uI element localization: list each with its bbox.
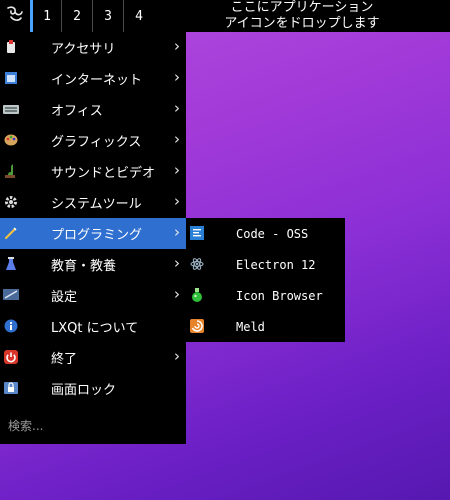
- submenu-item-meld[interactable]: Meld: [186, 311, 345, 342]
- menu-item-label: LXQt について: [51, 321, 139, 336]
- menu-item-label: 画面ロック: [51, 383, 117, 398]
- meld-icon: [189, 318, 205, 334]
- desktop-button-1[interactable]: 1: [30, 0, 61, 32]
- desktop-button-2[interactable]: 2: [61, 0, 92, 32]
- desktop-button-4[interactable]: 4: [123, 0, 154, 32]
- chevron-right-icon: ›: [174, 223, 180, 241]
- about-icon: [3, 318, 19, 334]
- menu-item-label: 教育・教養: [51, 259, 117, 274]
- internet-icon: [3, 70, 19, 86]
- search-area: [0, 410, 186, 442]
- taskbar-drop-area[interactable]: ここにアプリケーション アイコンをドロップします: [154, 0, 450, 32]
- top-panel: 1 2 3 4 ここにアプリケーション アイコンをドロップします: [0, 0, 450, 32]
- education-icon: [3, 256, 19, 272]
- desktop-button-3[interactable]: 3: [92, 0, 123, 32]
- menu-item-settings[interactable]: 設定 ›: [0, 280, 186, 311]
- settings-icon: [3, 287, 19, 303]
- programming-submenu: Code - OSS Electron 12 Icon Browser Meld: [186, 218, 345, 342]
- electron-icon: [189, 256, 205, 272]
- menu-item-lock-screen[interactable]: 画面ロック: [0, 373, 186, 404]
- accessories-icon: [3, 39, 19, 55]
- menu-item-label: アクセサリ: [51, 42, 116, 57]
- menu-item-sound-video[interactable]: サウンドとビデオ ›: [0, 156, 186, 187]
- menu-item-accessories[interactable]: アクセサリ ›: [0, 32, 186, 63]
- lxqt-logo-icon: [5, 4, 25, 28]
- chevron-right-icon: ›: [174, 99, 180, 117]
- programming-icon: [3, 225, 19, 241]
- submenu-item-label: Electron 12: [236, 257, 316, 272]
- menu-item-label: グラフィックス: [51, 135, 142, 150]
- menu-item-label: システムツール: [51, 197, 142, 212]
- menu-item-programming[interactable]: プログラミング ›: [0, 218, 186, 249]
- chevron-right-icon: ›: [174, 285, 180, 303]
- leave-icon: [3, 349, 19, 365]
- chevron-right-icon: ›: [174, 37, 180, 55]
- taskbar-hint-line2: アイコンをドロップします: [224, 16, 380, 31]
- sound-video-icon: [3, 163, 19, 179]
- icon-browser-icon: [189, 287, 205, 303]
- desktop-label: 3: [104, 8, 112, 24]
- chevron-right-icon: ›: [174, 347, 180, 365]
- application-menu: アクセサリ › インターネット › オフィス › グラフィックス › サウンドと…: [0, 32, 186, 444]
- menu-item-label: 設定: [51, 290, 78, 305]
- menu-item-graphics[interactable]: グラフィックス ›: [0, 125, 186, 156]
- menu-item-internet[interactable]: インターネット ›: [0, 63, 186, 94]
- submenu-item-label: Meld: [236, 319, 265, 334]
- menu-item-system-tools[interactable]: システムツール ›: [0, 187, 186, 218]
- menu-item-label: インターネット: [51, 73, 143, 88]
- graphics-icon: [3, 132, 19, 148]
- menu-item-education[interactable]: 教育・教養 ›: [0, 249, 186, 280]
- submenu-item-icon-browser[interactable]: Icon Browser: [186, 280, 345, 311]
- taskbar-hint-line1: ここにアプリケーション: [230, 0, 374, 15]
- chevron-right-icon: ›: [174, 68, 180, 86]
- menu-item-label: サウンドとビデオ: [51, 166, 156, 181]
- menu-item-label: オフィス: [51, 104, 103, 119]
- menu-item-office[interactable]: オフィス ›: [0, 94, 186, 125]
- system-tools-icon: [3, 194, 19, 210]
- menu-item-leave[interactable]: 終了 ›: [0, 342, 186, 373]
- desktop-label: 1: [43, 8, 51, 24]
- office-icon: [3, 101, 19, 117]
- submenu-item-electron[interactable]: Electron 12: [186, 249, 345, 280]
- submenu-item-label: Code - OSS: [236, 226, 309, 241]
- code-oss-icon: [189, 225, 205, 241]
- desktop-label: 2: [73, 8, 81, 24]
- menu-item-label: プログラミング: [51, 228, 143, 243]
- desktop-label: 4: [135, 8, 143, 24]
- menu-item-about-lxqt[interactable]: LXQt について: [0, 311, 186, 342]
- chevron-right-icon: ›: [174, 161, 180, 179]
- submenu-item-code-oss[interactable]: Code - OSS: [186, 218, 345, 249]
- menu-item-label: 終了: [51, 352, 78, 367]
- chevron-right-icon: ›: [174, 192, 180, 210]
- lock-screen-icon: [3, 380, 19, 396]
- search-input[interactable]: [6, 418, 180, 434]
- submenu-item-label: Icon Browser: [236, 288, 323, 303]
- main-menu-button[interactable]: [0, 0, 30, 32]
- chevron-right-icon: ›: [174, 254, 180, 272]
- chevron-right-icon: ›: [174, 130, 180, 148]
